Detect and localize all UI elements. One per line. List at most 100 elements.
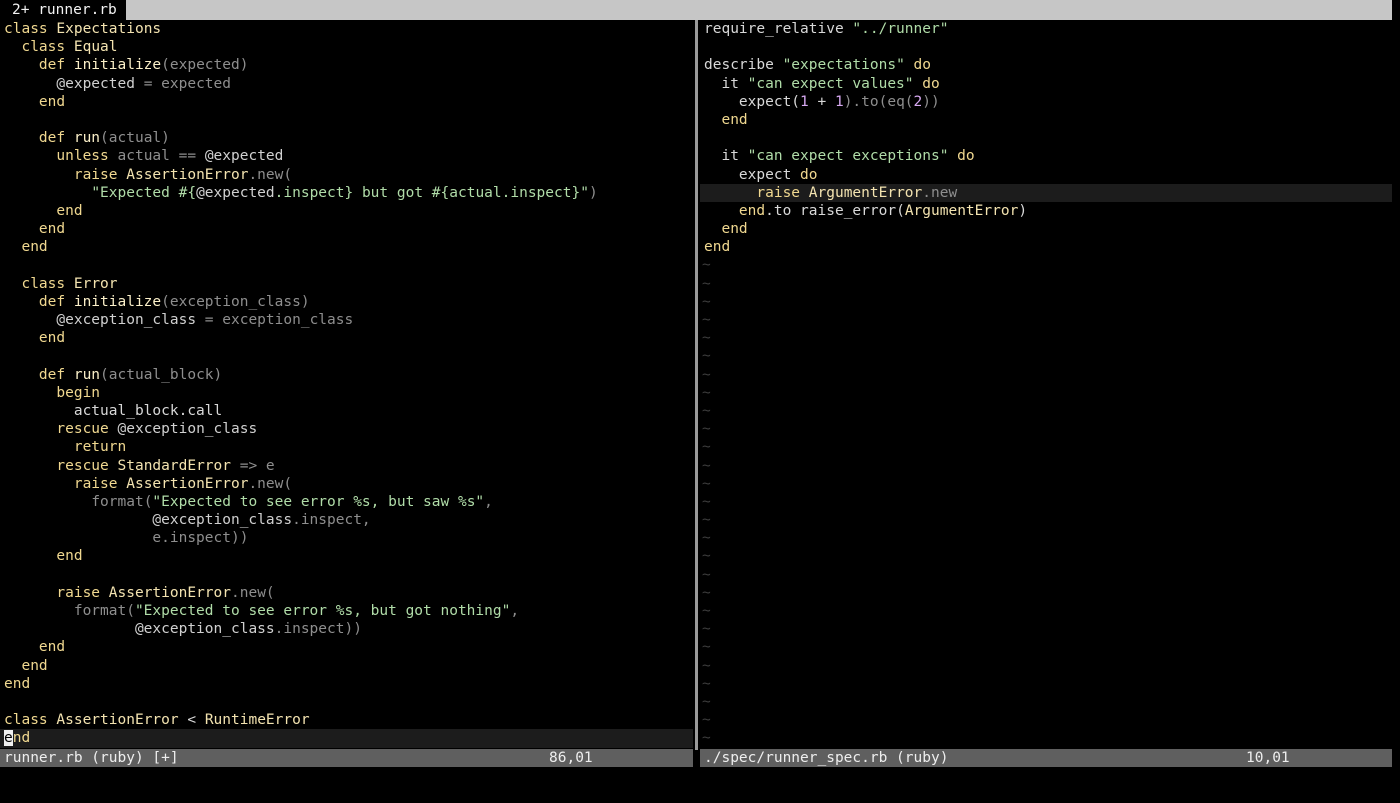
- code-line[interactable]: format("Expected to see error %s, but sa…: [0, 493, 693, 511]
- left-editor-pane[interactable]: class Expectations class Equal def initi…: [0, 20, 693, 748]
- code-token: def: [38, 293, 74, 310]
- code-line[interactable]: e.inspect)): [0, 529, 693, 547]
- right-editor-pane[interactable]: require_relative "../runner" describe "ex…: [700, 20, 1392, 748]
- code-line[interactable]: [0, 566, 693, 584]
- code-line[interactable]: raise ArgumentError.new: [700, 183, 1392, 202]
- right-statusline: ./spec/runner_spec.rb (ruby) 10,01: [700, 749, 1392, 767]
- code-line[interactable]: end: [700, 220, 1392, 238]
- code-token: .inspect} but got #{actual.inspect}": [274, 184, 589, 201]
- code-line[interactable]: end: [0, 729, 693, 748]
- code-token: initialize: [73, 293, 162, 310]
- code-token: def: [38, 130, 74, 147]
- code-line[interactable]: end: [0, 638, 693, 656]
- code-token: @expected: [204, 148, 284, 165]
- code-token: .new(: [231, 584, 275, 601]
- code-line[interactable]: end: [0, 238, 693, 256]
- tilde-marker: ~: [702, 348, 711, 365]
- code-line[interactable]: [0, 693, 693, 711]
- code-line[interactable]: expect(1 + 1).to(eq(2)): [700, 93, 1392, 111]
- code-token: expect(: [704, 93, 801, 110]
- code-line[interactable]: raise AssertionError.new(: [0, 166, 693, 184]
- tilde-marker: ~: [702, 566, 711, 583]
- text-cursor: e: [4, 730, 13, 747]
- code-token: end: [38, 221, 66, 238]
- tab-runner-rb[interactable]: 2+ runner.rb: [0, 0, 126, 20]
- code-line[interactable]: describe "expectations" do: [700, 56, 1392, 74]
- code-token: do: [904, 57, 931, 74]
- code-line[interactable]: end: [0, 675, 693, 693]
- code-line[interactable]: end.to raise_error(ArgumentError): [700, 202, 1392, 220]
- code-line[interactable]: raise AssertionError.new(: [0, 584, 693, 602]
- code-line[interactable]: actual_block.call: [0, 402, 693, 420]
- code-line[interactable]: rescue StandardError => e: [0, 457, 693, 475]
- code-line[interactable]: rescue @exception_class: [0, 420, 693, 438]
- code-line[interactable]: def initialize(exception_class): [0, 293, 693, 311]
- code-line[interactable]: @exception_class = exception_class: [0, 311, 693, 329]
- code-token: raise: [756, 184, 809, 201]
- tilde-marker: ~: [702, 548, 711, 565]
- code-line[interactable]: @exception_class.inspect)): [0, 620, 693, 638]
- code-line[interactable]: [0, 256, 693, 274]
- code-line[interactable]: require_relative "../runner": [700, 20, 1392, 38]
- code-line[interactable]: "Expected #{@expected.inspect} but got #…: [0, 184, 693, 202]
- code-token: Error: [73, 275, 118, 292]
- empty-buffer-line: ~: [700, 675, 1392, 693]
- code-line[interactable]: it "can expect exceptions" do: [700, 147, 1392, 165]
- code-line[interactable]: expect do: [700, 166, 1392, 184]
- code-token: end: [4, 675, 31, 692]
- code-line[interactable]: class Equal: [0, 38, 693, 56]
- code-token: )): [922, 93, 940, 110]
- code-line[interactable]: end: [700, 111, 1392, 129]
- code-line[interactable]: @exception_class.inspect,: [0, 511, 693, 529]
- code-line[interactable]: class AssertionError < RuntimeError: [0, 711, 693, 729]
- empty-buffer-line: ~: [700, 293, 1392, 311]
- code-line[interactable]: def run(actual_block): [0, 366, 693, 384]
- code-token: "can expect values": [747, 75, 914, 92]
- code-line[interactable]: @expected = expected: [0, 75, 693, 93]
- code-line[interactable]: end: [700, 238, 1392, 256]
- code-token: end: [721, 221, 748, 238]
- code-line[interactable]: def initialize(expected): [0, 56, 693, 74]
- code-token: RuntimeError: [204, 712, 310, 729]
- tilde-marker: ~: [702, 439, 711, 456]
- code-line[interactable]: return: [0, 438, 693, 456]
- code-token: it: [704, 148, 748, 165]
- code-token: => e: [231, 457, 275, 474]
- code-line[interactable]: [700, 129, 1392, 147]
- code-token: 1: [834, 93, 844, 110]
- code-line[interactable]: [700, 38, 1392, 56]
- code-token: def: [38, 366, 74, 383]
- tilde-marker: ~: [702, 621, 711, 638]
- code-line[interactable]: class Error: [0, 275, 693, 293]
- code-line[interactable]: begin: [0, 384, 693, 402]
- code-line[interactable]: end: [0, 93, 693, 111]
- code-token: ): [1018, 202, 1028, 219]
- code-line[interactable]: end: [0, 202, 693, 220]
- code-token: ): [588, 184, 598, 201]
- code-line[interactable]: class Expectations: [0, 20, 693, 38]
- code-line[interactable]: unless actual == @expected: [0, 147, 693, 165]
- tilde-marker: ~: [702, 384, 711, 401]
- code-line[interactable]: [0, 347, 693, 365]
- code-token: end: [21, 239, 48, 256]
- code-line[interactable]: raise AssertionError.new(: [0, 475, 693, 493]
- split-bar[interactable]: [695, 20, 698, 750]
- code-line[interactable]: end: [0, 220, 693, 238]
- vertical-split-divider[interactable]: [693, 20, 700, 750]
- code-line[interactable]: end: [0, 657, 693, 675]
- code-line[interactable]: end: [0, 329, 693, 347]
- code-line[interactable]: [0, 111, 693, 129]
- code-line[interactable]: end: [0, 547, 693, 565]
- code-line[interactable]: it "can expect values" do: [700, 75, 1392, 93]
- tilde-marker: ~: [702, 712, 711, 729]
- code-token: AssertionError: [126, 475, 249, 492]
- code-line[interactable]: def run(actual): [0, 129, 693, 147]
- code-line[interactable]: format("Expected to see error %s, but go…: [0, 602, 693, 620]
